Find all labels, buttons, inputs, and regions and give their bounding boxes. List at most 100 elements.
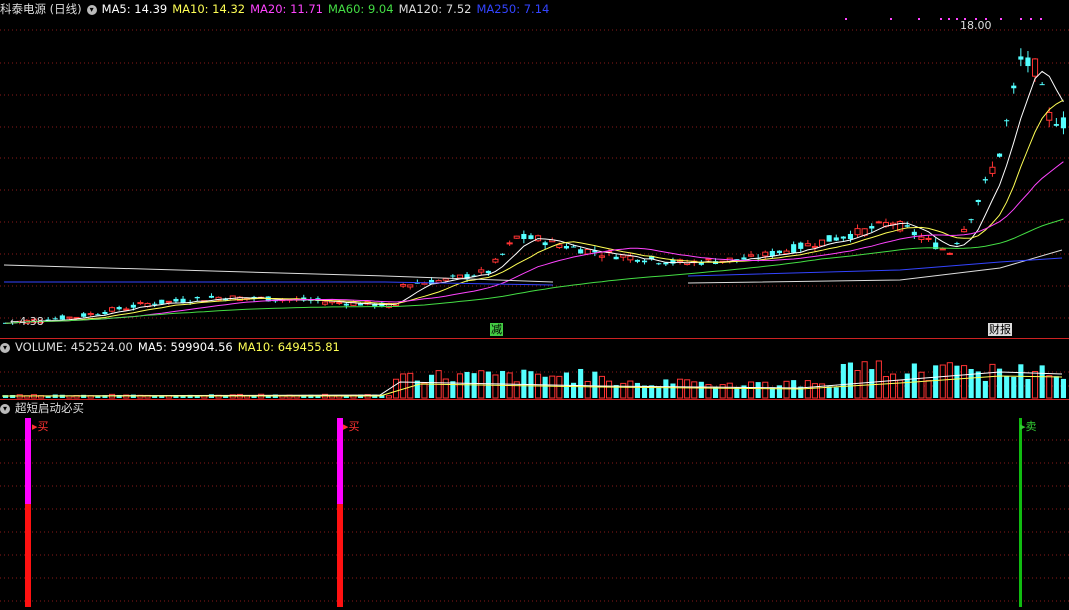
marker-dot [956, 18, 958, 20]
indicator-title: 超短启动必买 [15, 401, 84, 415]
volume-label: VOLUME: 452524.00 [15, 340, 133, 354]
volume-bar [407, 372, 414, 399]
volume-bar [1039, 365, 1045, 398]
volume-bar [840, 363, 846, 398]
candle-body [336, 301, 343, 304]
marker-dot [1030, 18, 1032, 20]
candle-body [321, 301, 329, 305]
candle-body [108, 307, 116, 312]
price-title: 科泰电源 (日线) [0, 2, 82, 16]
candle-body [925, 237, 932, 240]
candle-body [208, 295, 215, 298]
volume-bar [542, 376, 548, 398]
candle-body [130, 304, 136, 308]
volume-bar [627, 380, 634, 399]
volume-bar [691, 381, 698, 399]
volume-bar [385, 395, 393, 399]
volume-bar [939, 364, 946, 399]
candle-body [442, 277, 449, 281]
volume-bar [663, 379, 669, 398]
buy-signal-bar-top [25, 418, 31, 504]
volume-bar [1004, 376, 1010, 398]
collapse-icon[interactable]: ▾ [0, 403, 10, 414]
marker-dot [1020, 18, 1022, 20]
ma10-line [5, 99, 1064, 324]
candle-body [59, 315, 65, 320]
volume-bar [826, 386, 832, 398]
candle-body [152, 303, 158, 305]
candle-body [968, 219, 974, 221]
ma5-label: MA5: 14.39 [101, 2, 168, 16]
candle-body [1053, 124, 1059, 126]
event-reduce-badge[interactable]: 减 [490, 323, 503, 336]
candle-body [556, 244, 563, 249]
volume-bar [442, 378, 449, 399]
volume-bar [670, 383, 676, 398]
candle-body [918, 236, 925, 240]
volume-bar [982, 380, 988, 398]
candle-body [911, 231, 917, 236]
volume-bar [719, 384, 726, 399]
candle-body [584, 248, 591, 255]
candle-body [116, 307, 122, 310]
candle-body [123, 308, 130, 311]
volume-bar [592, 371, 598, 398]
volume-bar [918, 371, 925, 399]
candle-body [137, 302, 144, 305]
candle-body [939, 248, 946, 251]
candle-body [194, 296, 200, 299]
volume-bar [1060, 378, 1067, 398]
volume-bar [471, 373, 477, 398]
stock-chart [0, 18, 1069, 607]
collapse-icon[interactable]: ▾ [86, 4, 97, 15]
ma20-line [5, 161, 1064, 324]
volume-bar [804, 380, 811, 399]
ma60-label: MA60: 9.04 [328, 2, 394, 16]
volume-bar [492, 374, 499, 399]
marker-dot [845, 18, 847, 20]
volume-ma10-label: MA10: 649455.81 [237, 340, 340, 354]
candle-body [989, 166, 996, 174]
ma20-label: MA20: 11.71 [250, 2, 323, 16]
buy-signal-label: ▸买 [32, 420, 49, 433]
candle-body [513, 235, 520, 239]
candle-body [435, 280, 442, 283]
volume-bar [996, 368, 1003, 398]
volume-bar [428, 374, 435, 398]
volume-bar [634, 382, 641, 398]
volume-bar [904, 373, 910, 398]
candle-body [627, 255, 634, 261]
candle-body [343, 303, 349, 306]
volume-bar [1046, 375, 1053, 399]
candle-body [869, 226, 875, 229]
candle-body [705, 258, 712, 261]
candle-body [982, 179, 988, 181]
candle-body [776, 250, 783, 254]
volume-bar [421, 382, 428, 399]
volume-bar [811, 383, 819, 399]
candle-body [66, 316, 73, 319]
event-report-badge[interactable]: 财报 [988, 323, 1012, 336]
candle-body [798, 242, 804, 249]
volume-bar [946, 362, 953, 399]
volume-bar [521, 369, 527, 398]
volume-bar [400, 373, 407, 399]
volume-bar [1011, 376, 1017, 398]
volume-bar [1031, 370, 1039, 399]
candle-body [478, 269, 485, 273]
ma5-line [5, 70, 1064, 324]
ma250-line [4, 281, 554, 286]
ma120-label: MA120: 7.52 [398, 2, 472, 16]
volume-bar [925, 380, 932, 399]
candle-body [598, 255, 606, 258]
volume-bar [556, 375, 563, 399]
volume-bar [968, 368, 974, 398]
volume-bar [989, 363, 996, 399]
volume-bar [1025, 378, 1031, 398]
volume-bar [620, 382, 627, 399]
candle-body [81, 313, 87, 317]
candle-body [521, 233, 527, 240]
candle-body [1018, 56, 1024, 60]
candle-body [159, 299, 165, 304]
collapse-icon[interactable]: ▾ [0, 342, 10, 353]
